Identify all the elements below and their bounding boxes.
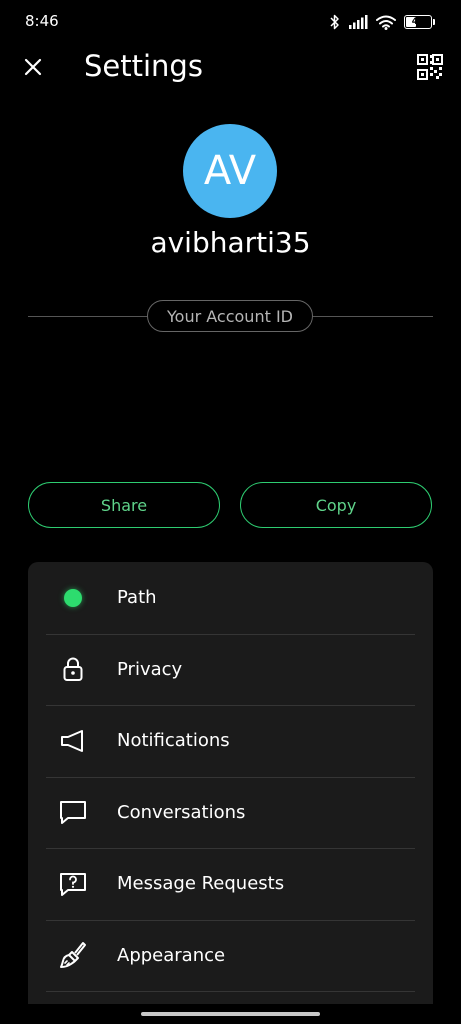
wifi-icon [376, 15, 396, 30]
paintbrush-icon [58, 940, 88, 970]
battery-tip [433, 19, 435, 25]
settings-item-privacy[interactable]: Privacy [28, 633, 433, 706]
close-button[interactable] [16, 50, 50, 84]
status-dot-icon [58, 583, 88, 613]
settings-item-path[interactable]: Path [28, 562, 433, 634]
battery-indicator: 43 [404, 15, 435, 29]
chat-bubble-icon [58, 797, 88, 827]
settings-item-label: Appearance [117, 944, 226, 966]
qr-code-button[interactable] [413, 50, 447, 84]
speaker-icon [58, 726, 88, 756]
settings-item-appearance[interactable]: Appearance [28, 919, 433, 992]
settings-item-label: Message Requests [117, 873, 285, 895]
home-indicator[interactable] [141, 1012, 320, 1016]
settings-item-label: Notifications [117, 730, 230, 752]
settings-item-conversations[interactable]: Conversations [28, 776, 433, 849]
bluetooth-icon [330, 14, 339, 30]
copy-button[interactable]: Copy [240, 482, 432, 528]
close-icon [24, 58, 42, 76]
status-bar: 8:46 43 [0, 0, 461, 44]
settings-item-notifications[interactable]: Notifications [28, 705, 433, 777]
settings-list: Path Privacy Notifications Conversations… [28, 562, 433, 1024]
navigation-bar [0, 1004, 461, 1024]
avatar[interactable]: AV [183, 124, 277, 218]
question-bubble-icon [58, 869, 88, 899]
settings-item-message-requests[interactable]: Message Requests [28, 848, 433, 920]
account-id-label: Your Account ID [147, 300, 313, 332]
settings-item-label: Privacy [117, 658, 183, 680]
settings-menu: Path Privacy Notifications Conversations… [28, 562, 433, 1024]
settings-item-label: Conversations [117, 801, 246, 823]
qr-code-icon [417, 54, 443, 80]
path-status-dot [64, 588, 82, 607]
status-icons: 43 [330, 12, 435, 32]
lock-icon [58, 654, 88, 684]
page-title: Settings [84, 49, 203, 83]
username: avibharti35 [150, 226, 311, 259]
app-bar: Settings [0, 44, 461, 94]
battery-icon: 43 [404, 15, 432, 29]
signal-icon [349, 15, 368, 29]
settings-item-label: Path [117, 587, 157, 609]
share-button[interactable]: Share [28, 482, 220, 528]
account-id-section: Your Account ID [28, 300, 433, 332]
status-time: 8:46 [25, 12, 59, 30]
battery-percentage: 43 [411, 17, 425, 27]
